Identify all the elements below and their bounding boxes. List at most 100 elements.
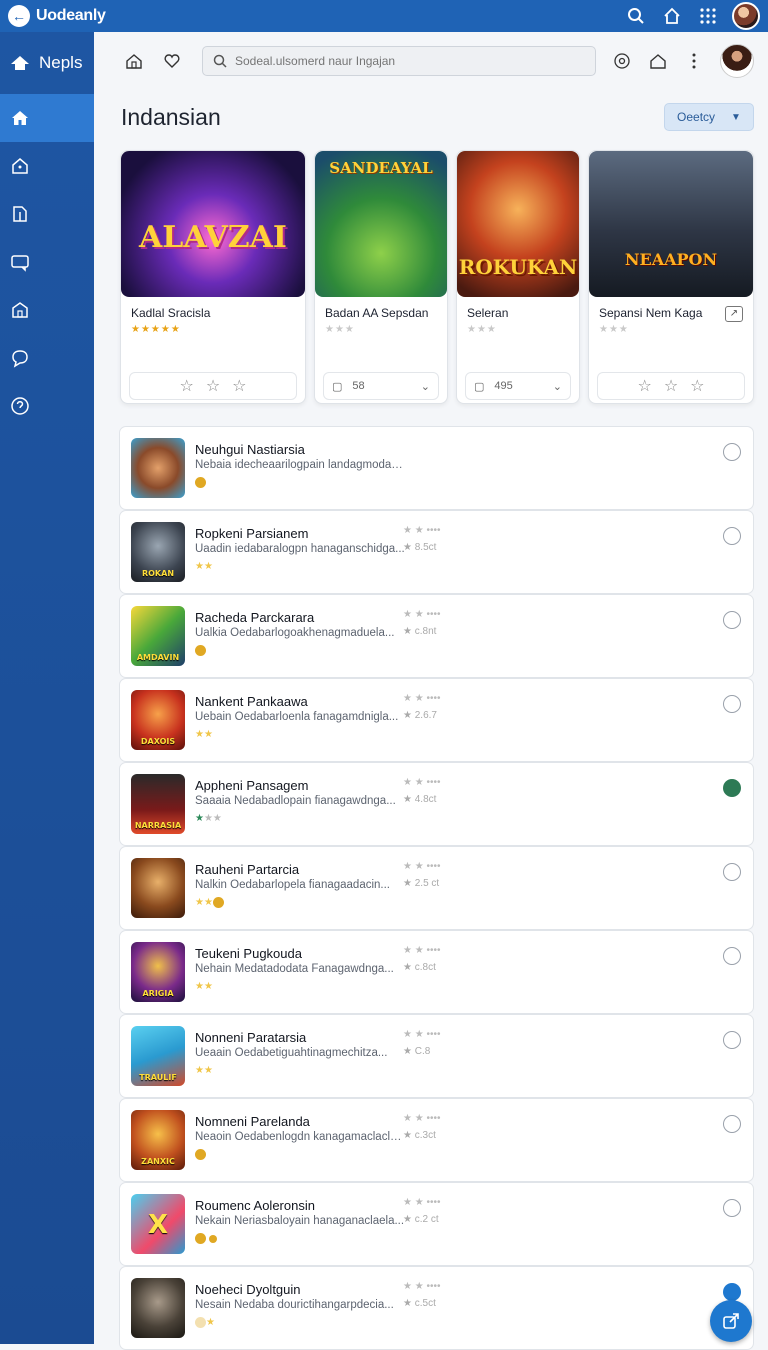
list-item[interactable]: ZANXIC Nomneni Parelanda Neaoin Oedabenl… <box>119 1098 754 1182</box>
list-item[interactable]: Neuhgui Nastiarsia Nebaia idecheaarilogp… <box>119 426 754 510</box>
list-item[interactable]: ROKAN Ropkeni Parsianem Uaadin iedabaral… <box>119 510 754 594</box>
list-item[interactable]: NARRASIA Appheni Pansagem Saaaia Nedabad… <box>119 762 754 846</box>
store-icon <box>12 158 28 174</box>
rating-row: ★ ★ •••• <box>403 1029 441 1040</box>
share-icon[interactable]: ↗ <box>725 306 743 322</box>
message-icon <box>11 255 29 272</box>
rating-row: ★ ★ •••• <box>403 1197 441 1208</box>
star-icon[interactable]: ☆ <box>179 376 193 396</box>
list-item[interactable]: TRAULIF Nonneni Paratarsia Ueaain Oedabe… <box>119 1014 754 1098</box>
rating-stars: ★★★ <box>467 324 497 335</box>
list-item[interactable]: ARIGIA Teukeni Pugkouda Nehain Medatadod… <box>119 930 754 1014</box>
game-title: Rauheni Partarcia <box>195 862 300 877</box>
game-thumbnail: ROKAN <box>131 522 185 582</box>
comment-icon: ▢ <box>474 380 485 393</box>
star-icon[interactable]: ☆ <box>637 376 651 396</box>
rating-score: ★ 2.6.7 <box>403 710 437 721</box>
rating-row: ★ ★ •••• <box>403 1281 441 1292</box>
select-radio[interactable] <box>723 1115 741 1133</box>
heart-icon[interactable] <box>160 49 184 73</box>
sidebar-item-library[interactable] <box>0 190 94 238</box>
sidebar-brand-label: Nepls <box>39 53 83 72</box>
comments-dropdown[interactable]: ▢ 58 ⌄ <box>323 372 439 400</box>
game-description: Neaoin Oedabenlogdn kanagamaclacla... <box>195 1131 405 1143</box>
sidebar-item-messages[interactable] <box>0 238 94 286</box>
page-title: Indansian <box>121 103 221 130</box>
featured-card[interactable]: ALAVZAI Kadlal Sracisla ★★★★★ ☆ ☆ ☆ <box>120 150 306 404</box>
rating-stars: ★★★ <box>325 324 355 335</box>
shop-icon <box>12 302 28 318</box>
sidebar-item-store[interactable] <box>0 142 94 190</box>
select-radio-selected[interactable] <box>723 779 741 797</box>
game-art: NEAAPON <box>589 151 753 297</box>
featured-card[interactable]: NEAAPON Sepansi Nem Kaga ↗ ★★★ ☆ ☆ ☆ <box>588 150 754 404</box>
sidebar-item-help[interactable] <box>0 382 94 430</box>
list-item[interactable]: Noeheci Dyoltguin Nesain Nedaba douricti… <box>119 1266 754 1350</box>
rate-action[interactable]: ☆ ☆ ☆ <box>597 372 745 400</box>
home-outline-icon[interactable] <box>646 49 670 73</box>
filter-dropdown[interactable]: Oeetcy ▼ <box>664 103 754 131</box>
star-icon[interactable]: ☆ <box>232 376 246 396</box>
select-radio[interactable] <box>723 527 741 545</box>
rate-action[interactable]: ☆ ☆ ☆ <box>129 372 297 400</box>
select-radio-selected[interactable] <box>723 1283 741 1301</box>
featured-card[interactable]: SANDEAYAL Badan AA Sepsdan ★★★ ▢ 58 ⌄ <box>314 150 448 404</box>
select-radio[interactable] <box>723 695 741 713</box>
target-icon[interactable] <box>610 49 634 73</box>
rating-stars: ★★★ <box>195 813 222 824</box>
rating-score: ★ c.5ct <box>403 1298 436 1309</box>
share-fab-button[interactable] <box>710 1300 752 1342</box>
game-art-logo: SANDEAYAL <box>329 159 433 177</box>
list-item[interactable]: AMDAVIN Racheda Parckarara Ualkia Oedaba… <box>119 594 754 678</box>
rating-stars: ★★ <box>195 561 213 572</box>
game-description: Nekain Neriasbaloyain hanaganaclaela... <box>195 1215 405 1227</box>
rating-row: ★ ★ •••• <box>403 525 441 536</box>
select-radio[interactable] <box>723 947 741 965</box>
sidebar-item-home[interactable] <box>0 94 94 142</box>
game-thumbnail: DAXOIS <box>131 690 185 750</box>
featured-title: Kadlal Sracisla <box>131 306 211 320</box>
apps-grid-icon[interactable] <box>694 2 722 30</box>
profile-avatar[interactable] <box>720 44 754 78</box>
star-icon[interactable]: ☆ <box>664 376 678 396</box>
game-description: Ualkia Oedabarlogoakhenagmaduela... <box>195 627 395 639</box>
back-button[interactable]: ← <box>8 5 30 27</box>
game-thumbnail: NARRASIA <box>131 774 185 834</box>
select-radio[interactable] <box>723 1199 741 1217</box>
game-description: Uebain Oedabarloenla fanagamdnigla... <box>195 711 399 723</box>
star-icon[interactable]: ☆ <box>690 376 704 396</box>
game-thumbnail: AMDAVIN <box>131 606 185 666</box>
game-description: Nalkin Oedabarlopela fianagaadacin... <box>195 879 390 891</box>
list-item[interactable]: DAXOIS Nankent Pankaawa Uebain Oedabarlo… <box>119 678 754 762</box>
comments-dropdown[interactable]: ▢ 495 ⌄ <box>465 372 571 400</box>
search-bar[interactable] <box>202 46 596 76</box>
search-input[interactable] <box>235 54 575 68</box>
select-radio[interactable] <box>723 863 741 881</box>
game-thumbnail: ZANXIC <box>131 1110 185 1170</box>
game-description: Saaaia Nedabadlopain fianagawdnga... <box>195 795 396 807</box>
search-icon[interactable] <box>622 2 650 30</box>
rating-score: ★ 2.5 ct <box>403 878 440 889</box>
game-thumbnail <box>131 1278 185 1338</box>
list-item[interactable]: X Roumenc Aoleronsin Nekain Neriasbaloya… <box>119 1182 754 1266</box>
select-radio[interactable] <box>723 611 741 629</box>
user-avatar[interactable] <box>732 2 760 30</box>
home-icon[interactable] <box>658 2 686 30</box>
rating-score: ★ 4.8ct <box>403 794 437 805</box>
list-item[interactable]: Rauheni Partarcia Nalkin Oedabarlopela f… <box>119 846 754 930</box>
main-content: Indansian Oeetcy ▼ ALAVZAI Kadlal Sracis… <box>94 32 768 1350</box>
game-description: Nehain Medatadodata Fanagawdnga... <box>195 963 394 975</box>
select-radio[interactable] <box>723 443 741 461</box>
star-icon[interactable]: ☆ <box>206 376 220 396</box>
featured-card[interactable]: ROKUKAN Seleran ★★★ ▢ 495 ⌄ <box>456 150 580 404</box>
sidebar-brand[interactable]: Nepls <box>0 32 94 94</box>
coin-icon <box>195 645 206 656</box>
sidebar-item-shop[interactable] <box>0 286 94 334</box>
chevron-down-icon: ⌄ <box>420 380 430 393</box>
select-radio[interactable] <box>723 1031 741 1049</box>
coin-icon <box>195 477 206 488</box>
sidebar-item-chat[interactable] <box>0 334 94 382</box>
library-icon <box>13 206 27 222</box>
more-vertical-icon[interactable] <box>682 49 706 73</box>
house-icon[interactable] <box>122 49 146 73</box>
